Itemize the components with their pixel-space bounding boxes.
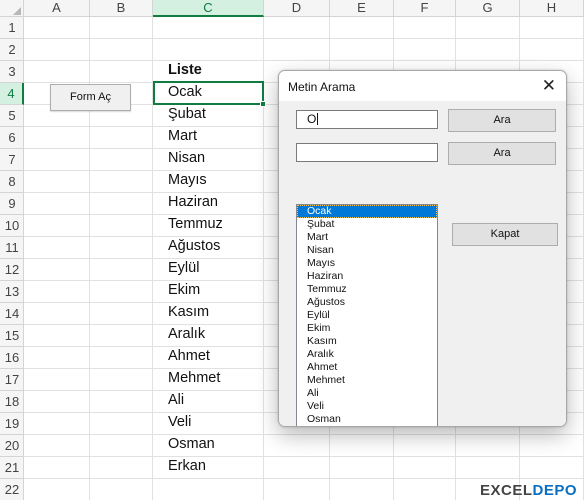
column-header-d[interactable]: D [264,0,330,17]
column-header-h[interactable]: H [520,0,584,17]
row-header-13[interactable]: 13 [0,281,24,303]
form-open-button[interactable]: Form Aç [50,84,131,111]
row-header-17[interactable]: 17 [0,369,24,391]
listbox-item[interactable]: Ekim [297,322,437,335]
dialog-title: Metin Arama [288,80,356,94]
list-cell[interactable]: Temmuz [168,216,223,232]
row-header-22[interactable]: 22 [0,479,24,500]
listbox-item[interactable]: Aralık [297,348,437,361]
results-listbox[interactable]: Ocak Şubat Mart Nisan Mayıs Haziran Temmuz Ağus… [296,204,438,427]
text-search-dialog: Metin Arama ✕ O Ara Ara Ocak Şubat Mart Nis… [278,70,567,427]
listbox-item[interactable]: Kasım [297,335,437,348]
listbox-item[interactable]: Ahmet [297,361,437,374]
column-header-e[interactable]: E [330,0,394,17]
row-header-2[interactable]: 2 [0,39,24,61]
listbox-item[interactable]: Ağustos [297,296,437,309]
row-header-15[interactable]: 15 [0,325,24,347]
select-all-corner[interactable] [0,0,24,17]
search-input-2[interactable] [296,143,438,162]
row-header-21[interactable]: 21 [0,457,24,479]
list-header-cell[interactable]: Liste [168,62,202,78]
listbox-item[interactable]: Nisan [297,244,437,257]
excel-depo-logo: EXCELDEPO [480,482,577,500]
list-cell[interactable]: Eylül [168,260,199,276]
search-input-1[interactable]: O [296,110,438,129]
list-cell[interactable]: Mayıs [168,172,207,188]
logo-text-excel: EXCEL [480,482,533,499]
list-cell[interactable]: Mart [168,128,197,144]
listbox-item[interactable]: Şubat [297,218,437,231]
list-cell[interactable]: Osman [168,436,215,452]
listbox-item[interactable]: Osman [297,413,437,426]
column-header-g[interactable]: G [456,0,520,17]
list-cell[interactable]: Ali [168,392,184,408]
search-button-1[interactable]: Ara [448,109,556,132]
listbox-item[interactable]: Haziran [297,270,437,283]
listbox-item[interactable]: Mehmet [297,374,437,387]
grid-row-line [24,456,584,457]
column-header-a[interactable]: A [24,0,90,17]
row-header-11[interactable]: 11 [0,237,24,259]
select-all-triangle-icon [13,7,21,15]
row-header-18[interactable]: 18 [0,391,24,413]
list-cell[interactable]: Erkan [168,458,206,474]
row-header-19[interactable]: 19 [0,413,24,435]
list-cell[interactable]: Mehmet [168,370,220,386]
listbox-item[interactable]: Erkan [297,426,437,427]
list-cell[interactable]: Aralık [168,326,205,342]
list-cell[interactable]: Ahmet [168,348,210,364]
list-cell[interactable]: Şubat [168,106,206,122]
listbox-item[interactable]: Mayıs [297,257,437,270]
listbox-item[interactable]: Mart [297,231,437,244]
column-header-f[interactable]: F [394,0,456,17]
row-header-14[interactable]: 14 [0,303,24,325]
list-cell[interactable]: Nisan [168,150,205,166]
row-header-1[interactable]: 1 [0,17,24,39]
listbox-item[interactable]: Ocak [297,205,437,218]
column-header-b[interactable]: B [90,0,153,17]
grid-row-line [24,60,584,61]
close-button[interactable]: Kapat [452,223,558,246]
column-header-c[interactable]: C [153,0,264,17]
search-button-2[interactable]: Ara [448,142,556,165]
list-cell[interactable]: Ağustos [168,238,220,254]
close-icon[interactable]: ✕ [542,77,556,94]
row-header-20[interactable]: 20 [0,435,24,457]
row-header-4[interactable]: 4 [0,83,24,105]
grid-row-line [24,38,584,39]
fill-handle[interactable] [260,101,266,107]
listbox-item[interactable]: Ali [297,387,437,400]
list-cell[interactable]: Haziran [168,194,218,210]
listbox-item[interactable]: Eylül [297,309,437,322]
dialog-body: O Ara Ara Ocak Şubat Mart Nisan Mayıs Haziran… [279,101,566,427]
active-cell-border [153,81,264,105]
row-header-10[interactable]: 10 [0,215,24,237]
row-header-16[interactable]: 16 [0,347,24,369]
listbox-item[interactable]: Temmuz [297,283,437,296]
text-caret [317,113,319,125]
list-cell[interactable]: Kasım [168,304,209,320]
row-header-3[interactable]: 3 [0,61,24,83]
grid-row-line [24,478,584,479]
row-header-9[interactable]: 9 [0,193,24,215]
row-header-5[interactable]: 5 [0,105,24,127]
logo-text-depo: DEPO [532,482,578,499]
row-header-6[interactable]: 6 [0,127,24,149]
listbox-item[interactable]: Veli [297,400,437,413]
row-header-8[interactable]: 8 [0,171,24,193]
row-header-12[interactable]: 12 [0,259,24,281]
row-header-7[interactable]: 7 [0,149,24,171]
list-cell[interactable]: Veli [168,414,191,430]
dialog-titlebar[interactable]: Metin Arama ✕ [279,71,566,101]
grid-row-line [24,434,584,435]
search-input-1-value: O [307,112,317,126]
list-cell[interactable]: Ekim [168,282,200,298]
